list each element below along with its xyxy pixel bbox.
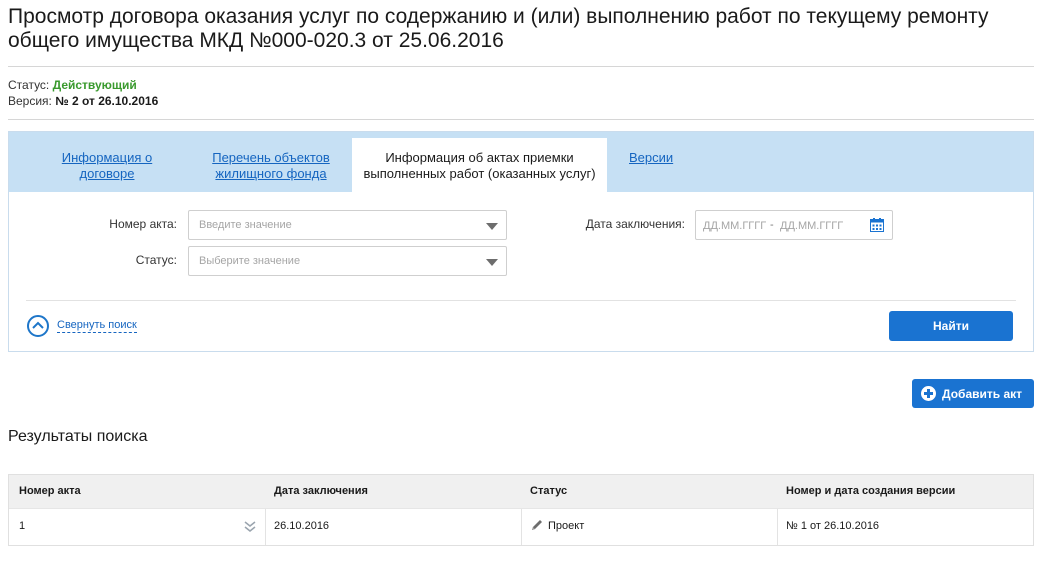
date-from-input[interactable]: ДД.ММ.ГГГГ [703,220,766,232]
date-label: Дата заключения: [585,217,685,231]
status-placeholder: Выберите значение [199,255,301,267]
divider [8,119,1034,120]
column-header[interactable]: Номер акта [19,485,81,497]
version-label: Версия: [8,94,52,108]
contract-version: Версия: № 2 от 26.10.2016 [8,93,158,109]
date-to-input[interactable]: ДД.ММ.ГГГГ [780,220,843,232]
status-select[interactable]: Выберите значение [188,246,507,276]
column-divider [521,509,522,545]
chevron-down-icon [486,223,498,230]
tab-contract-info[interactable]: Информация о договоре [35,150,179,182]
divider [26,300,1016,301]
divider [8,66,1034,67]
version-value: № 2 от 26.10.2016 [55,94,159,108]
table-header: Номер акта Дата заключения Статус Номер … [9,475,1033,508]
expand-row-icon[interactable] [243,519,257,533]
tab-versions[interactable]: Версии [629,150,673,166]
pencil-icon [532,520,542,530]
column-divider [265,509,266,545]
date-cell: 26.10.2016 [274,520,330,532]
find-button[interactable]: Найти [889,311,1013,341]
date-range-field[interactable]: ДД.ММ.ГГГГ - ДД.ММ.ГГГГ [695,210,893,240]
results-table: Номер акта Дата заключения Статус Номер … [8,474,1034,546]
act-number-cell: 1 [19,520,26,532]
date-separator: - [770,219,774,231]
calendar-icon[interactable] [870,218,884,232]
version-cell: № 1 от 26.10.2016 [786,520,880,532]
column-header[interactable]: Статус [530,485,567,497]
column-divider [777,509,778,545]
tab-acts-info[interactable]: Информация об актах приемки выполненных … [352,138,607,192]
chevron-down-icon [486,259,498,266]
status-label: Статус: [8,78,50,92]
plus-icon [921,386,936,401]
column-header[interactable]: Дата заключения [274,485,368,497]
search-panel: Информация о договоре Перечень объектов … [8,131,1034,352]
act-number-placeholder: Введите значение [199,219,292,231]
results-title: Результаты поиска [8,428,148,445]
tab-strip: Информация о договоре Перечень объектов … [9,132,1033,192]
status-value: Действующий [52,78,137,92]
chevron-up-icon [27,315,49,337]
add-act-button[interactable]: Добавить акт [912,379,1034,408]
status-filter-label: Статус: [135,253,177,267]
act-number-label: Номер акта: [109,217,177,231]
column-header[interactable]: Номер и дата создания версии [786,485,955,497]
add-act-label: Добавить акт [942,387,1023,401]
page-title: Просмотр договора оказания услуг по соде… [8,5,989,52]
collapse-search-link[interactable]: Свернуть поиск [57,319,137,333]
status-cell: Проект [548,520,585,532]
contract-status: Статус: Действующий [8,77,137,93]
act-number-input[interactable]: Введите значение [188,210,507,240]
table-row[interactable]: 1 26.10.2016 Проект № 1 от 26.10.2016 [9,508,1033,545]
tab-housing-objects[interactable]: Перечень объектов жилищного фонда [209,150,333,182]
